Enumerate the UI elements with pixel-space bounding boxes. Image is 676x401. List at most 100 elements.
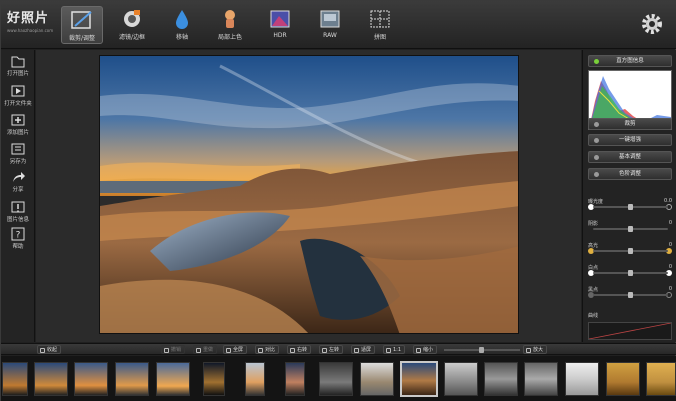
thumbnail[interactable] [245,362,265,396]
right-panel: 直方图信息 裁剪 一键增强 基本调整 色阶调整 曝光度 0.0 阴影 0 高光 … [582,50,676,342]
zoom-in-icon [526,348,531,353]
main-photo[interactable] [99,55,519,334]
fullscreen-button[interactable]: 全屏 [223,345,248,354]
status-dot [594,59,599,64]
compare-icon [258,348,263,353]
gear-icon [642,14,662,34]
redo-label: 重做 [203,347,214,353]
levels-button[interactable]: 色阶调整 [588,168,672,180]
thumbnail[interactable] [115,362,149,396]
basic-adjust-button[interactable]: 基本调整 [588,151,672,163]
thumbnail[interactable] [444,362,478,396]
slider-track[interactable] [593,248,668,254]
thumbnail[interactable] [156,362,190,396]
thumbnail[interactable] [285,362,305,396]
partial-color-icon [225,10,235,28]
sidebar-open-folder[interactable]: 打开文件夹 [1,84,35,114]
levels-dot [594,172,599,177]
tool-tilt-shift[interactable]: 移轴 [161,6,203,44]
thumbnail[interactable] [606,362,640,396]
rotate-left-button[interactable]: 左转 [319,345,344,354]
sidebar-label: 另存为 [9,159,27,165]
curve-graph[interactable] [588,322,672,340]
thumbnail[interactable] [565,362,599,396]
hdr-icon [270,10,290,28]
tool-collage[interactable]: 拼图 [359,6,401,44]
sidebar-help[interactable]: ? 帮助 [1,227,35,257]
redo-button[interactable]: 重做 [193,345,218,354]
sidebar-share[interactable]: 分享 [1,170,35,200]
open-folder-icon [11,85,25,97]
slider-track[interactable] [593,226,668,232]
tool-label: 局部上色 [217,34,242,41]
sidebar-add-image[interactable]: 添加图片 [1,113,35,143]
tool-partial-color[interactable]: 局部上色 [209,6,251,44]
sidebar-save-as[interactable]: 另存为 [1,142,35,172]
zoom-in-button[interactable]: 放大 [523,345,548,354]
sidebar-label: 打开图片 [6,71,29,77]
app-name: 好照片 [7,11,50,26]
slider-knob[interactable] [628,204,633,210]
compare-button[interactable]: 对比 [255,345,280,354]
slider-knob[interactable] [628,292,633,298]
thumbnail-selected[interactable] [400,361,438,397]
zoom-out-button[interactable]: 缩小 [413,345,438,354]
slider-black-point: 黑点 0 [588,286,672,298]
tool-hdr[interactable]: HDR [259,6,301,44]
histogram-toggle[interactable]: 直方图信息 [588,55,672,67]
slider-knob[interactable] [628,270,633,276]
collage-icon [370,10,390,28]
raw-icon [320,10,340,28]
slider-track[interactable] [593,292,668,298]
thumbnail[interactable] [203,362,225,396]
slider-knob[interactable] [628,248,633,254]
thumbnail[interactable] [74,362,108,396]
sidebar-image-info[interactable]: 图片信息 [1,200,35,230]
thumbnail[interactable] [646,362,676,396]
tool-filter-frame[interactable]: 滤镜/边框 [111,6,153,44]
slider-track[interactable] [593,270,668,276]
zoom-out-label: 缩小 [423,347,434,353]
actual-size-button[interactable]: 1:1 [383,345,406,354]
thumbnail[interactable] [319,362,353,396]
thumbnail[interactable] [2,362,28,396]
fit-label: 适屏 [361,347,372,353]
thumbnail[interactable] [34,362,68,396]
tool-crop-adjust[interactable]: 裁剪/调整 [61,6,103,44]
sidebar-label: 分享 [12,187,24,193]
undo-button[interactable]: 撤销 [161,345,186,354]
tool-label: HDR [273,32,287,39]
collapse-button[interactable]: 收起 [37,345,62,354]
tool-raw[interactable]: RAW [309,6,351,44]
fit-screen-button[interactable]: 适屏 [351,345,376,354]
image-canvas [36,50,581,342]
thumbnail[interactable] [360,362,394,396]
app-window: 好照片 www.haozhaopian.com 裁剪/调整 滤镜/边框 移轴 局… [0,0,676,401]
slider-shadows: 阴影 0 [588,220,672,232]
slider-track[interactable] [593,204,668,210]
slider-value: 0 [668,220,672,226]
auto-enhance-button[interactable]: 一键增强 [588,134,672,146]
settings-button[interactable] [641,13,663,37]
top-toolbar: 好照片 www.haozhaopian.com 裁剪/调整 滤镜/边框 移轴 局… [1,1,676,49]
crop-adjust-icon [71,11,92,29]
thumbnail[interactable] [484,362,518,396]
zoom-slider-knob[interactable] [479,347,484,353]
crop-button[interactable]: 裁剪 [588,118,672,130]
tool-label: 裁剪/调整 [68,35,96,42]
add-image-icon [11,114,25,126]
thumbnail[interactable] [524,362,558,396]
save-as-icon [11,143,25,155]
slider-knob[interactable] [628,226,633,232]
undo-label: 撤销 [171,347,182,353]
sidebar-label: 添加图片 [6,130,29,136]
filmstrip [1,356,676,401]
fit-screen-icon [354,348,359,353]
tool-label: 拼图 [373,34,386,41]
slider-white-point: 白点 0 [588,264,672,276]
rotate-right-button[interactable]: 右转 [287,345,312,354]
zoom-out-icon [416,348,421,353]
sidebar-open-image[interactable]: 打开图片 [1,54,35,84]
sidebar-label: 打开文件夹 [4,101,32,107]
rotate-left-icon [322,348,327,353]
